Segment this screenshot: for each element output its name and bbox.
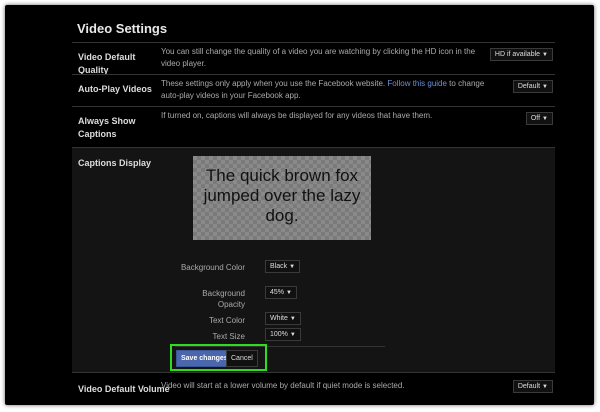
page-title: Video Settings <box>77 21 168 36</box>
row-label: Auto-Play Videos <box>78 84 152 94</box>
chevron-down-icon: ▼ <box>289 332 296 338</box>
chevron-down-icon: ▼ <box>542 52 548 58</box>
dropdown-value: Default <box>517 83 541 90</box>
row-desc: If turned on, captions will always be di… <box>161 111 433 120</box>
row-desc: These settings only apply when you use t… <box>161 78 491 102</box>
captions-dropdown[interactable]: Off ▼ <box>525 112 553 125</box>
caption-preview: The quick brown fox jumped over the lazy… <box>193 156 371 240</box>
row-label: Always Show Captions <box>78 116 136 139</box>
row-label: Video Default Volume <box>78 384 170 394</box>
row-video-quality: Video Default Quality You can still chan… <box>72 42 555 75</box>
dropdown-value: White <box>270 315 288 322</box>
row-volume: Video Default Volume Video will start at… <box>72 377 555 401</box>
dropdown-value: Default <box>517 383 541 390</box>
save-changes-button[interactable]: Save changes <box>176 350 233 367</box>
row-captions: Always Show Captions If turned on, capti… <box>72 106 555 147</box>
quality-dropdown[interactable]: HD if available ▼ <box>489 48 553 61</box>
background-opacity-dropdown[interactable]: 45% ▼ <box>265 286 297 299</box>
background-color-dropdown[interactable]: Black ▼ <box>265 260 301 273</box>
autoplay-dropdown[interactable]: Default ▼ <box>512 80 553 93</box>
field-label: Text Color <box>208 316 245 325</box>
cancel-button[interactable]: Cancel <box>226 350 258 367</box>
chevron-down-icon: ▼ <box>542 84 548 90</box>
desc-text: These settings only apply when you use t… <box>161 79 388 88</box>
field-label: Background Opacity <box>202 289 245 309</box>
chevron-down-icon: ▼ <box>289 316 296 322</box>
row-desc: Video will start at a lower volume by de… <box>161 381 405 390</box>
dropdown-value: 100% <box>270 331 288 338</box>
captions-display-section: Captions Display The quick brown fox jum… <box>72 147 555 373</box>
dropdown-value: 45% <box>270 289 285 296</box>
row-autoplay: Auto-Play Videos These settings only app… <box>72 74 555 106</box>
row-desc: You can still change the quality of a vi… <box>161 47 476 68</box>
text-size-dropdown[interactable]: 100% ▼ <box>265 328 301 341</box>
chevron-down-icon: ▼ <box>542 384 548 390</box>
dropdown-value: Off <box>530 115 541 122</box>
chevron-down-icon: ▼ <box>542 116 548 122</box>
volume-dropdown[interactable]: Default ▼ <box>512 380 553 393</box>
chevron-down-icon: ▼ <box>286 290 292 296</box>
field-label: Text Size <box>212 332 245 341</box>
field-label: Background Color <box>180 263 245 272</box>
text-color-dropdown[interactable]: White ▼ <box>265 312 301 325</box>
highlight-box: Save changes Cancel <box>170 344 267 371</box>
follow-guide-link[interactable]: Follow this guide <box>387 79 447 88</box>
chevron-down-icon: ▼ <box>289 264 296 270</box>
dropdown-value: Black <box>270 263 288 270</box>
row-label: Captions Display <box>78 158 152 168</box>
dropdown-value: HD if available <box>494 51 541 58</box>
